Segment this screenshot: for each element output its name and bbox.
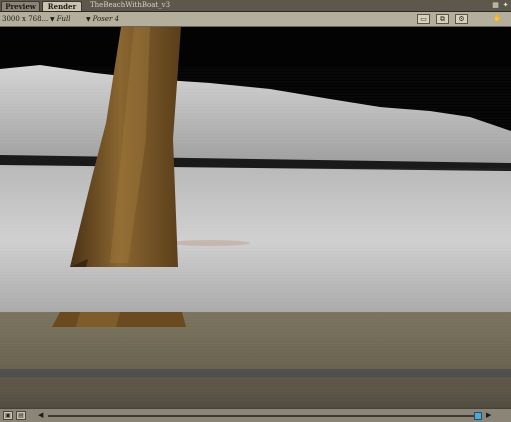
quality-label: Full <box>56 15 71 23</box>
renderer-dropdown[interactable]: ▼ Poser 4 <box>86 12 119 26</box>
render-window-icon[interactable]: ▣ <box>3 411 13 420</box>
scroll-left-icon[interactable]: ◀ <box>38 411 46 420</box>
rendered-scene <box>0 27 511 408</box>
render-options-bar: 3000 x 768... ▼ Full ▼ Poser 4 ▭ ⧉ ⚙ ✋ <box>0 12 511 27</box>
hand-icon[interactable]: ✋ <box>491 14 504 24</box>
preview-window-icon[interactable]: ▤ <box>16 411 26 420</box>
pin-icon[interactable]: ✦ <box>501 1 510 10</box>
tab-strip: Preview Render TheBeachWithBoat_v3 ▦ ✦ <box>0 0 511 12</box>
scroll-thumb[interactable] <box>474 412 482 420</box>
quality-dropdown[interactable]: ▼ Full <box>50 12 70 26</box>
grid-icon[interactable]: ▦ <box>491 1 500 10</box>
render-viewport[interactable] <box>0 27 511 408</box>
render-size[interactable]: 3000 x 768... <box>2 12 48 26</box>
compare-icon[interactable]: ⧉ <box>436 14 449 24</box>
scroll-right-icon[interactable]: ▶ <box>486 411 494 420</box>
tab-render[interactable]: Render <box>42 1 82 11</box>
bottom-bar: ▣ ▤ ◀ ▶ <box>0 408 511 422</box>
scroll-track[interactable] <box>48 415 478 417</box>
document-title: TheBeachWithBoat_v3 <box>90 1 171 9</box>
chevron-down-icon: ▼ <box>86 16 91 23</box>
settings-icon[interactable]: ⚙ <box>455 14 468 24</box>
chevron-down-icon: ▼ <box>50 16 55 23</box>
renderer-label: Poser 4 <box>92 15 120 23</box>
tab-preview[interactable]: Preview <box>1 1 40 11</box>
render-icon[interactable]: ▭ <box>417 14 430 24</box>
